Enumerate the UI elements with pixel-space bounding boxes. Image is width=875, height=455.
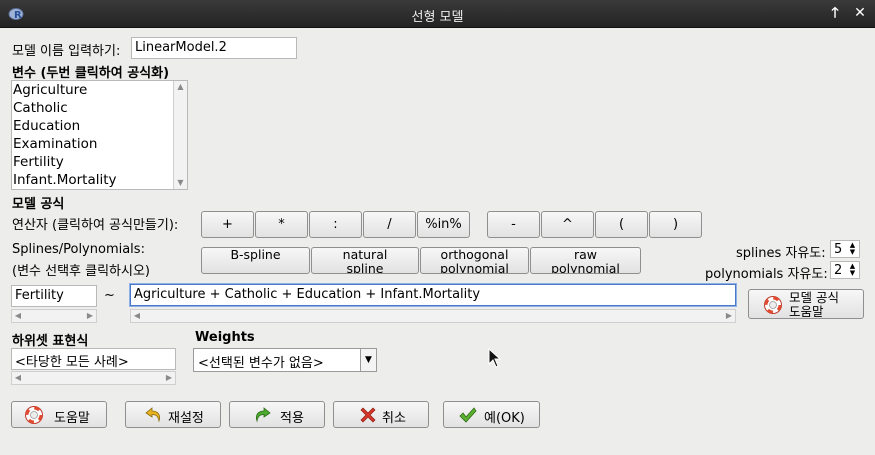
operator-times-button[interactable]: * [255, 211, 308, 238]
lifebuoy-icon [764, 296, 782, 314]
splines-df-value: 5 [834, 242, 843, 257]
operator-minus-button[interactable]: - [487, 211, 540, 238]
weights-select[interactable]: <선택된 변수가 없음> ▼ [193, 348, 377, 372]
orthogonal-line2: polynomial [440, 261, 509, 274]
operator-lparen-button[interactable]: ( [595, 211, 648, 238]
list-item[interactable]: Catholic [12, 99, 173, 117]
operator-colon-button[interactable]: : [309, 211, 362, 238]
model-name-input[interactable]: LinearModel.2 [131, 37, 297, 59]
dropdown-arrow-icon[interactable]: ▼ [360, 349, 376, 371]
bspline-line1: B-spline [230, 247, 281, 262]
orthogonal-line1: orthogonal [440, 247, 509, 262]
poly-df-spinbox[interactable]: 2 ▲ ▼ [830, 261, 860, 279]
splines-label: Splines/Polynomials: [12, 242, 145, 257]
formula-rhs-input[interactable]: Agriculture + Catholic + Education + Inf… [130, 284, 736, 306]
operator-rparen-button[interactable]: ) [649, 211, 702, 238]
list-item[interactable]: Examination [12, 135, 173, 153]
formula-help-line1: 모델 공식 [789, 290, 839, 305]
scroll-right-icon[interactable]: ▶ [84, 310, 96, 322]
scroll-right-icon[interactable]: ▶ [723, 310, 735, 322]
natural-spline-button[interactable]: natural spline [311, 247, 419, 274]
variables-heading: 변수 (두번 클릭하여 공식화) [12, 66, 170, 81]
operator-plus-button[interactable]: + [201, 211, 254, 238]
operators-label: 연산자 (클릭하여 공식만들기): [12, 218, 179, 233]
subset-input[interactable]: <타당한 모든 사례> [11, 348, 176, 370]
operator-in-button[interactable]: %in% [417, 211, 470, 238]
apply-button[interactable]: 적용 [229, 401, 325, 428]
keep-above-icon[interactable]: 🡑 [826, 4, 844, 22]
lhs-scrollbar[interactable]: ◀ ▶ [11, 309, 97, 323]
reset-button-label: 재설정 [168, 411, 204, 426]
weights-heading: Weights [195, 330, 255, 345]
natural-spline-line1: natural [342, 247, 388, 262]
natural-spline-line2: spline [346, 261, 384, 274]
raw-line1: raw [573, 247, 598, 262]
apply-button-label: 적용 [280, 411, 304, 426]
help-button-label: 도움말 [54, 411, 90, 426]
rhs-scrollbar[interactable]: ◀ ▶ [130, 309, 736, 323]
undo-arrow-icon [145, 407, 160, 423]
variables-scrollbar[interactable]: ▲ ▼ [173, 81, 187, 189]
poly-df-label: polynomials 자유도: [705, 267, 828, 282]
poly-df-value: 2 [834, 263, 843, 278]
operator-power-button[interactable]: ^ [541, 211, 594, 238]
spin-arrows-icon[interactable]: ▲ ▼ [847, 263, 858, 278]
close-window-icon[interactable]: ✕ [851, 4, 869, 22]
ok-button[interactable]: 예(OK) [443, 401, 540, 428]
bspline-button[interactable]: B-spline [201, 247, 310, 274]
checkmark-icon [459, 407, 477, 423]
splines-df-label: splines 자유도: [736, 246, 826, 261]
formula-lhs-input[interactable]: Fertility [11, 285, 97, 307]
lifebuoy-icon [25, 406, 43, 424]
list-item[interactable]: Fertility [12, 153, 173, 171]
scroll-up-icon[interactable]: ▲ [174, 81, 187, 93]
formula-help-button[interactable]: 모델 공식 도움말 [748, 289, 864, 319]
redo-arrow-icon [256, 407, 271, 423]
weights-selected-value: <선택된 변수가 없음> [198, 356, 324, 371]
operator-slash-button[interactable]: / [363, 211, 416, 238]
scroll-left-icon[interactable]: ◀ [12, 372, 24, 384]
scroll-left-icon[interactable]: ◀ [12, 310, 24, 322]
scroll-left-icon[interactable]: ◀ [131, 310, 143, 322]
mouse-cursor-icon [488, 348, 502, 368]
scroll-down-icon[interactable]: ▼ [174, 177, 187, 189]
list-item[interactable]: Infant.Mortality [12, 171, 173, 189]
raw-line2: polynomial [551, 261, 620, 274]
cancel-x-icon [360, 407, 376, 423]
reset-button[interactable]: 재설정 [125, 401, 221, 428]
scroll-right-icon[interactable]: ▶ [163, 372, 175, 384]
subset-scrollbar[interactable]: ◀ ▶ [11, 371, 176, 385]
formula-help-line2: 도움말 [789, 304, 824, 319]
subset-heading: 하위셋 표현식 [12, 334, 89, 349]
splines-hint: (변수 선택후 클릭하시오) [12, 264, 151, 279]
title-bar: R 선형 모델 🡑 ✕ [0, 0, 875, 28]
model-name-label: 모델 이름 입력하기: [12, 44, 121, 59]
list-item[interactable]: Agriculture [12, 81, 173, 99]
tilde-label: ~ [104, 288, 115, 303]
cancel-button-label: 취소 [382, 411, 406, 426]
spin-arrows-icon[interactable]: ▲ ▼ [847, 242, 858, 257]
formula-heading: 모델 공식 [12, 197, 65, 212]
splines-df-spinbox[interactable]: 5 ▲ ▼ [830, 240, 860, 258]
help-button[interactable]: 도움말 [11, 401, 107, 428]
window-title: 선형 모델 [411, 10, 464, 25]
cancel-button[interactable]: 취소 [333, 401, 429, 428]
variables-listbox[interactable]: Agriculture Catholic Education Examinati… [11, 80, 188, 190]
ok-button-label: 예(OK) [484, 411, 525, 426]
raw-polynomial-button[interactable]: raw polynomial [530, 247, 641, 274]
list-item[interactable]: Education [12, 117, 173, 135]
orthogonal-polynomial-button[interactable]: orthogonal polynomial [420, 247, 529, 274]
